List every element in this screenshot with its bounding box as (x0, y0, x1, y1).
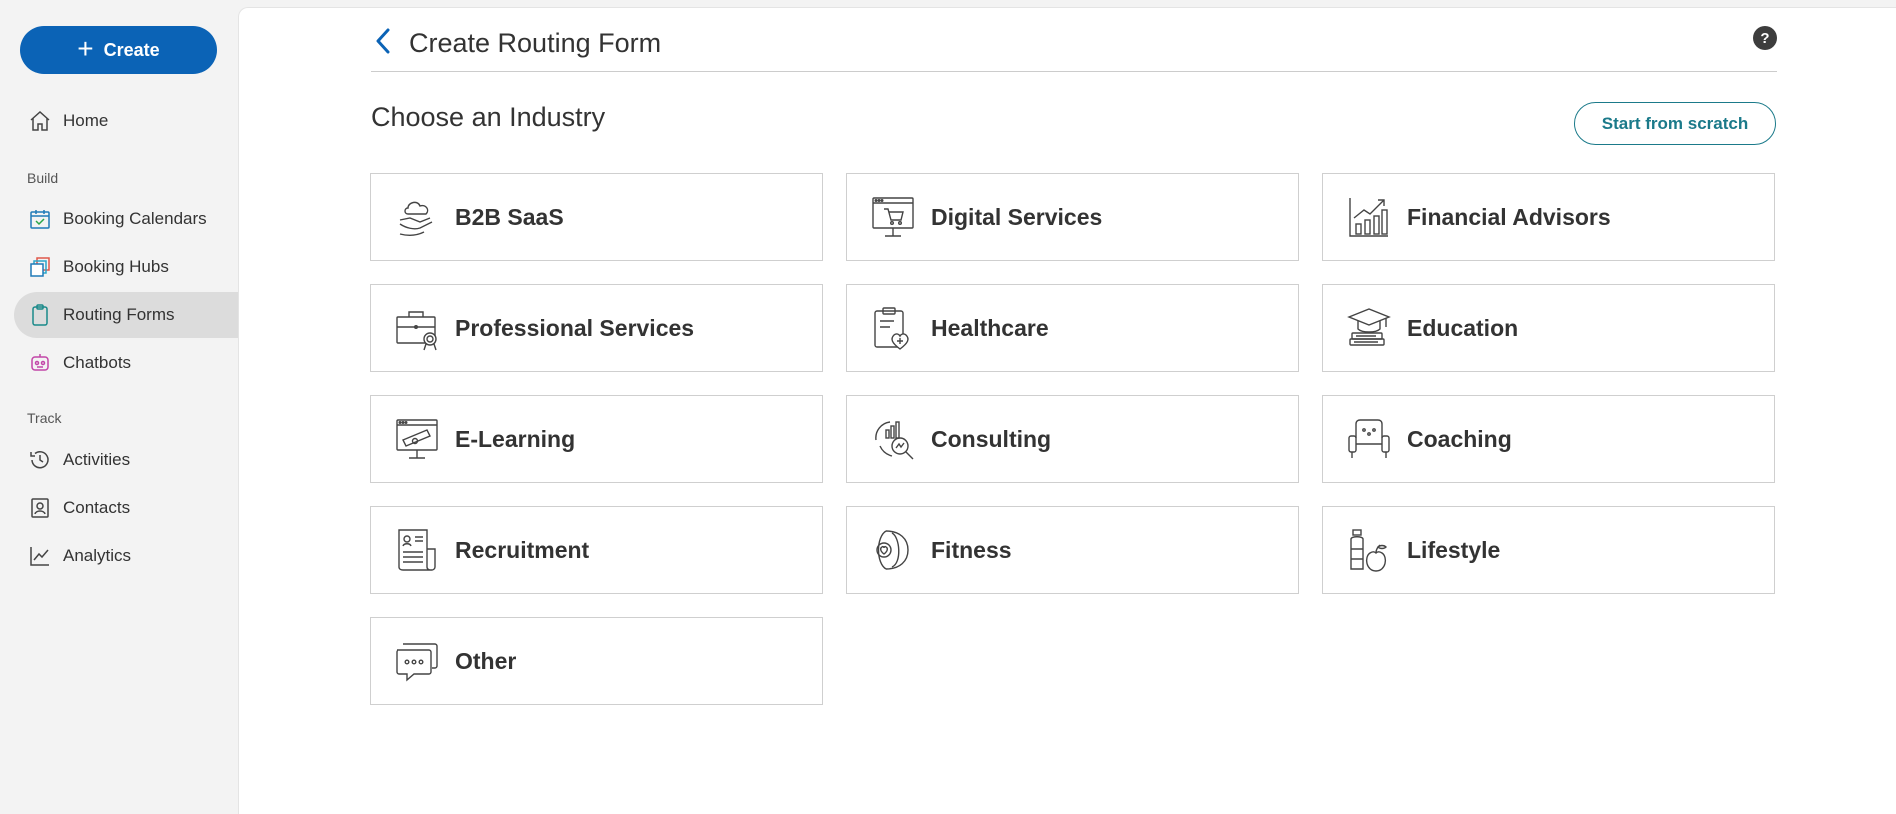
section-label-track: Track (27, 410, 62, 426)
growth-chart-icon (1345, 193, 1393, 241)
section-title: Choose an Industry (371, 102, 606, 132)
sidebar-item-booking-hubs[interactable]: Booking Hubs (14, 244, 238, 290)
sidebar-item-contacts[interactable]: Contacts (14, 485, 238, 531)
main-panel: Create Routing Form ? Choose an Industry… (238, 7, 1896, 814)
create-button[interactable]: + Create (20, 26, 217, 74)
industry-card-coaching[interactable]: Coaching (1322, 395, 1775, 483)
sidebar-item-home[interactable]: Home (14, 98, 238, 144)
monitor-telescope-icon (393, 415, 441, 463)
section-label-build: Build (27, 170, 59, 186)
magnifier-chart-icon (869, 415, 917, 463)
create-button-label: Create (103, 39, 160, 60)
history-icon (27, 447, 53, 473)
monitor-cart-icon (869, 193, 917, 241)
industry-card-fitness[interactable]: Fitness (846, 506, 1299, 594)
briefcase-badge-icon (393, 304, 441, 352)
industry-card-digital-services[interactable]: Digital Services (846, 173, 1299, 261)
industry-card-healthcare[interactable]: Healthcare (846, 284, 1299, 372)
chart-icon (27, 543, 53, 569)
industry-label: Recruitment (455, 536, 590, 563)
industry-label: Healthcare (931, 314, 1049, 341)
industry-label: Coaching (1407, 425, 1512, 452)
plus-icon: + (77, 32, 94, 64)
start-from-scratch-button[interactable]: Start from scratch (1574, 102, 1776, 145)
industry-label: E-Learning (455, 425, 576, 452)
sidebar-item-routing-forms[interactable]: Routing Forms (14, 292, 238, 338)
page-header: Create Routing Form ? (371, 22, 1777, 72)
industry-label: B2B SaaS (455, 203, 564, 230)
sidebar-item-label: Activities (63, 450, 131, 469)
hub-icon (27, 254, 53, 280)
sidebar: + Create Home Build Booking Calendars Bo… (0, 0, 238, 814)
sidebar-item-label: Contacts (63, 498, 131, 517)
clipboard-icon (27, 302, 53, 328)
fitness-band-icon (869, 526, 917, 574)
industry-card-consulting[interactable]: Consulting (846, 395, 1299, 483)
industry-card-other[interactable]: Other (370, 617, 823, 705)
industry-label: Digital Services (931, 203, 1103, 230)
sidebar-item-label: Booking Calendars (63, 209, 207, 228)
armchair-icon (1345, 415, 1393, 463)
industry-label: Financial Advisors (1407, 203, 1611, 230)
industry-card-professional-services[interactable]: Professional Services (370, 284, 823, 372)
sidebar-item-label: Booking Hubs (63, 257, 169, 276)
sidebar-item-label: Analytics (63, 546, 132, 565)
bottle-apple-icon (1345, 526, 1393, 574)
clipboard-heart-icon (869, 304, 917, 352)
industry-label: Professional Services (455, 314, 695, 341)
page-title: Create Routing Form (409, 28, 662, 58)
industry-card-e-learning[interactable]: E-Learning (370, 395, 823, 483)
sidebar-item-label: Chatbots (63, 353, 132, 372)
industry-label: Fitness (931, 536, 1012, 563)
industry-card-financial-advisors[interactable]: Financial Advisors (1322, 173, 1775, 261)
sidebar-item-label: Routing Forms (63, 305, 175, 324)
graduation-books-icon (1345, 304, 1393, 352)
back-button[interactable] (371, 26, 395, 56)
industry-label: Education (1407, 314, 1519, 341)
help-icon[interactable]: ? (1753, 26, 1777, 50)
industry-label: Lifestyle (1407, 536, 1501, 563)
industry-card-lifestyle[interactable]: Lifestyle (1322, 506, 1775, 594)
chat-bubbles-icon (393, 637, 441, 685)
calendar-icon (27, 206, 53, 232)
cloud-hand-icon (393, 193, 441, 241)
industry-card-recruitment[interactable]: Recruitment (370, 506, 823, 594)
sidebar-item-analytics[interactable]: Analytics (14, 533, 238, 579)
contact-icon (27, 495, 53, 521)
industry-label: Other (455, 647, 517, 674)
industry-card-education[interactable]: Education (1322, 284, 1775, 372)
sidebar-item-chatbots[interactable]: Chatbots (14, 340, 238, 386)
sidebar-item-label: Home (63, 111, 109, 130)
sidebar-item-booking-calendars[interactable]: Booking Calendars (14, 196, 238, 242)
home-icon (27, 108, 53, 134)
industry-card-b2b-saas[interactable]: B2B SaaS (370, 173, 823, 261)
chevron-left-icon (376, 28, 390, 54)
bot-icon (27, 350, 53, 376)
sidebar-item-activities[interactable]: Activities (14, 437, 238, 483)
industry-label: Consulting (931, 425, 1052, 452)
resume-icon (393, 526, 441, 574)
